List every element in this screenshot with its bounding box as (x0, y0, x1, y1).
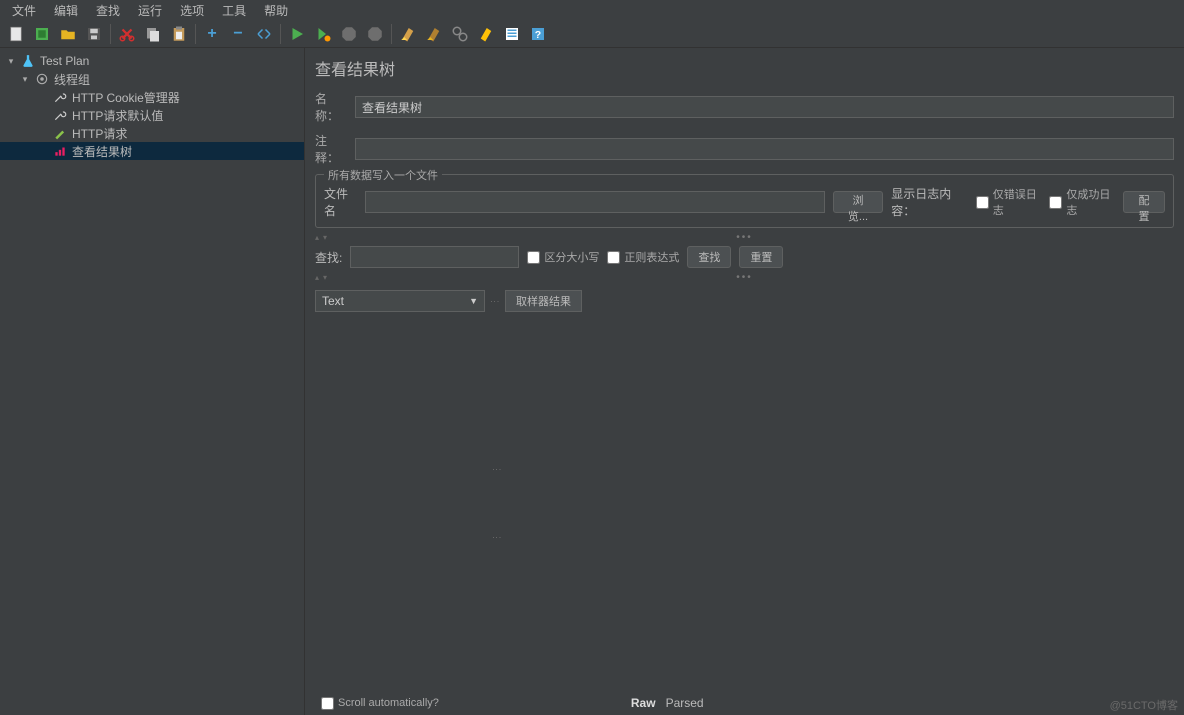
pipette-icon (52, 125, 68, 141)
menu-options[interactable]: 选项 (172, 0, 212, 21)
success-only-checkbox[interactable]: 仅成功日志 (1049, 186, 1115, 218)
splitter-grip[interactable]: ••• (315, 234, 1174, 246)
tree-thread-group[interactable]: ▾ 线程组 (0, 70, 304, 88)
name-label: 名称： (315, 90, 347, 124)
paste-icon[interactable] (167, 22, 191, 46)
clear-icon[interactable] (396, 22, 420, 46)
tree-label: HTTP请求 (72, 125, 127, 142)
comment-label: 注释： (315, 132, 347, 166)
panel-title: 查看结果树 (315, 56, 1174, 80)
menu-file[interactable]: 文件 (4, 0, 44, 21)
menu-tools[interactable]: 工具 (214, 0, 254, 21)
reset-button[interactable]: 重置 (739, 246, 783, 268)
watermark: @51CTO博客 (1110, 697, 1178, 713)
function-icon[interactable] (500, 22, 524, 46)
run-no-pause-icon[interactable] (311, 22, 335, 46)
tree-results-tree[interactable]: 查看结果树 (0, 142, 304, 160)
results-area: Text ▼ ⋮ 取样器结果 ⋮⋮ Scroll automatically? … (315, 290, 1174, 715)
sampler-result-tab[interactable]: 取样器结果 (505, 290, 582, 312)
tree-http-request[interactable]: HTTP请求 (0, 124, 304, 142)
tree-label: HTTP请求默认值 (72, 107, 163, 124)
tree-http-defaults[interactable]: HTTP请求默认值 (0, 106, 304, 124)
toolbar: + − ? (0, 20, 1184, 48)
menu-edit[interactable]: 编辑 (46, 0, 86, 21)
tree-label: 查看结果树 (72, 143, 132, 160)
regex-checkbox[interactable]: 正则表达式 (607, 249, 679, 265)
filename-label: 文件名 (324, 185, 357, 219)
run-icon[interactable] (285, 22, 309, 46)
reset-search-icon[interactable] (474, 22, 498, 46)
tree-test-plan[interactable]: ▾ Test Plan (0, 52, 304, 70)
menu-run[interactable]: 运行 (130, 0, 170, 21)
templates-icon[interactable] (30, 22, 54, 46)
menu-help[interactable]: 帮助 (256, 0, 296, 21)
vertical-splitter[interactable]: ⋮⋮ (493, 314, 501, 691)
filename-input[interactable] (365, 191, 825, 213)
results-detail (501, 314, 1174, 691)
wrench-icon (52, 89, 68, 105)
chevron-down-icon[interactable]: ▾ (6, 56, 16, 67)
menu-bar: 文件 编辑 查找 运行 选项 工具 帮助 (0, 0, 1184, 20)
errors-only-checkbox[interactable]: 仅错误日志 (976, 186, 1042, 218)
search-input[interactable] (350, 246, 519, 268)
chart-icon (52, 143, 68, 159)
search-button[interactable]: 查找 (687, 246, 731, 268)
comment-input[interactable] (355, 138, 1174, 160)
minus-icon[interactable]: − (226, 22, 250, 46)
case-sensitive-checkbox[interactable]: 区分大小写 (527, 249, 599, 265)
chevron-down-icon[interactable]: ▾ (20, 74, 30, 85)
configure-button[interactable]: 配置 (1123, 191, 1165, 213)
raw-tab[interactable]: Raw (631, 696, 656, 710)
search-label: 查找: (315, 249, 342, 266)
results-tree-list[interactable] (315, 314, 493, 691)
parsed-tab[interactable]: Parsed (666, 696, 704, 710)
tree-panel: ▾ Test Plan ▾ 线程组 HTTP Cookie管理器 HTTP请求默… (0, 48, 305, 715)
clear-all-icon[interactable] (422, 22, 446, 46)
scroll-auto-checkbox[interactable]: Scroll automatically? (321, 697, 439, 710)
tree-label: Test Plan (40, 54, 89, 68)
name-input[interactable] (355, 96, 1174, 118)
search-icon[interactable] (448, 22, 472, 46)
menu-search[interactable]: 查找 (88, 0, 128, 21)
vertical-grip-icon[interactable]: ⋮ (491, 297, 499, 305)
help-icon[interactable]: ? (526, 22, 550, 46)
save-icon[interactable] (82, 22, 106, 46)
tree-label: 线程组 (54, 71, 90, 88)
tree-cookie-manager[interactable]: HTTP Cookie管理器 (0, 88, 304, 106)
browse-button[interactable]: 浏览... (833, 191, 883, 213)
toggle-icon[interactable] (252, 22, 276, 46)
open-icon[interactable] (56, 22, 80, 46)
config-panel: 查看结果树 名称： 注释： 所有数据写入一个文件 文件名 浏览... 显示日志内… (305, 48, 1184, 715)
file-group-legend: 所有数据写入一个文件 (324, 167, 442, 183)
copy-icon[interactable] (141, 22, 165, 46)
flask-icon (20, 53, 36, 69)
plus-icon[interactable]: + (200, 22, 224, 46)
gear-icon (34, 71, 50, 87)
tree-label: HTTP Cookie管理器 (72, 89, 180, 106)
render-dropdown[interactable]: Text ▼ (315, 290, 485, 312)
chevron-down-icon: ▼ (469, 296, 478, 306)
cut-icon[interactable] (115, 22, 139, 46)
file-output-group: 所有数据写入一个文件 文件名 浏览... 显示日志内容： 仅错误日志 仅成功日志… (315, 174, 1174, 228)
wrench-icon (52, 107, 68, 123)
svg-text:?: ? (535, 28, 541, 40)
shutdown-icon[interactable] (363, 22, 387, 46)
stop-icon[interactable] (337, 22, 361, 46)
show-log-label: 显示日志内容： (891, 185, 968, 219)
main-area: ▾ Test Plan ▾ 线程组 HTTP Cookie管理器 HTTP请求默… (0, 48, 1184, 715)
new-icon[interactable] (4, 22, 28, 46)
splitter-grip[interactable]: ••• (315, 274, 1174, 286)
